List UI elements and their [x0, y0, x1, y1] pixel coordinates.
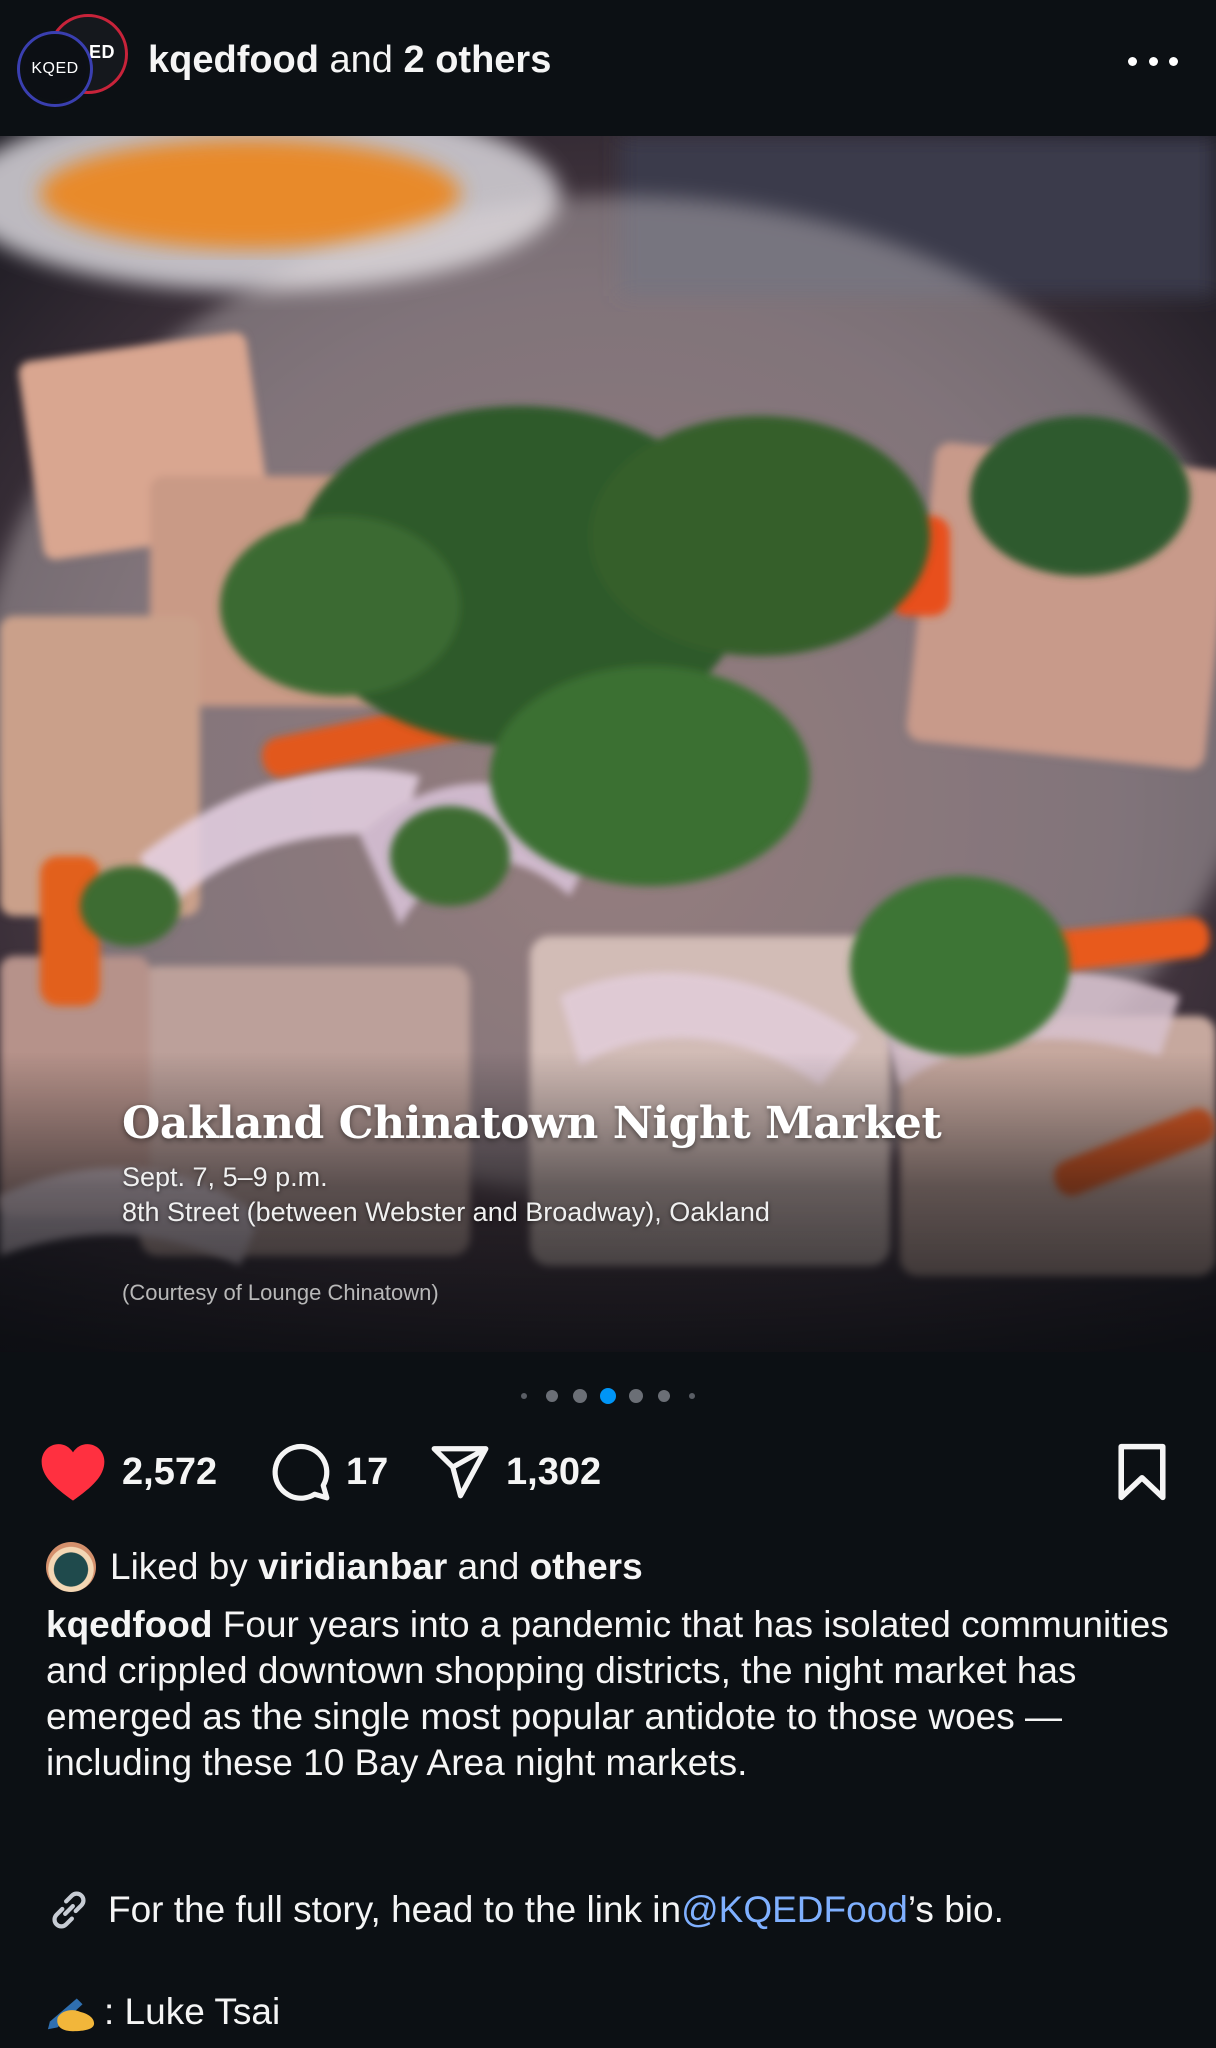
link-icon [52, 1891, 86, 1929]
liker-username[interactable]: viridianbar [258, 1546, 447, 1588]
caption-author-credit: : Luke Tsai [46, 1986, 280, 2038]
carousel-indicator [0, 1386, 1216, 1406]
collab-avatars[interactable]: ED KQED [20, 14, 128, 106]
media-credit: (Courtesy of Lounge Chinatown) [122, 1280, 439, 1305]
author-username[interactable]: kqedfood [148, 39, 319, 81]
link-prefix: For the full story, head to the link in [108, 1889, 682, 1930]
author-connector: and [318, 39, 404, 81]
post-header: ED KQED kqedfood and 2 others [0, 0, 1216, 136]
post-image[interactable]: Oakland Chinatown Night Market Sept. 7, … [0, 136, 1216, 1352]
bookmark-icon[interactable] [1114, 1442, 1170, 1502]
author-credit-text: : Luke Tsai [104, 1991, 281, 2032]
like-count[interactable]: 2,572 [122, 1451, 217, 1494]
comment-count[interactable]: 17 [346, 1451, 388, 1494]
caption-link-line: For the full story, head to the link in … [46, 1884, 1004, 1936]
carousel-dot [629, 1389, 643, 1403]
share-count[interactable]: 1,302 [506, 1451, 601, 1494]
media-date: Sept. 7, 5–9 p.m. [122, 1162, 328, 1192]
post-authors[interactable]: kqedfood and 2 others [148, 36, 551, 84]
comment-icon[interactable] [270, 1441, 332, 1503]
share-icon[interactable] [428, 1441, 492, 1503]
avatar-front-label: KQED [31, 60, 79, 77]
carousel-dot [689, 1393, 695, 1399]
mention-link[interactable]: @KQEDFood [681, 1884, 908, 1936]
liker-avatar[interactable] [46, 1542, 96, 1592]
media-title: Oakland Chinatown Night Market [122, 1098, 942, 1149]
action-bar: 2,572 17 1,302 [0, 1436, 1216, 1508]
writing-hand-icon [47, 1998, 95, 2032]
carousel-dot [658, 1390, 670, 1402]
carousel-dot [521, 1393, 527, 1399]
carousel-dot [546, 1390, 558, 1402]
liked-by-prefix: Liked by [110, 1546, 248, 1587]
heart-icon[interactable] [40, 1442, 106, 1502]
collaborators-link[interactable]: 2 others [404, 39, 552, 81]
comment-group: 17 [270, 1436, 388, 1508]
post-caption: kqedfood Four years into a pandemic that… [46, 1602, 1186, 1786]
caption-text: Four years into a pandemic that has isol… [46, 1604, 1169, 1783]
like-group: 2,572 [40, 1436, 217, 1508]
link-suffix: ’s bio. [907, 1889, 1004, 1930]
carousel-dot-active [600, 1388, 616, 1404]
caption-author[interactable]: kqedfood [46, 1604, 212, 1645]
carousel-dot [573, 1389, 587, 1403]
media-location: 8th Street (between Webster and Broadway… [122, 1197, 770, 1227]
avatar-kqed[interactable]: KQED [20, 34, 90, 104]
liked-by-connector: and [457, 1546, 520, 1587]
bookmark-group [1114, 1436, 1170, 1508]
avatar-back-label: ED [88, 42, 115, 62]
liked-by-others[interactable]: others [530, 1546, 643, 1588]
share-group: 1,302 [428, 1436, 601, 1508]
more-icon[interactable] [1128, 46, 1178, 76]
liked-by-row[interactable]: Liked by viridianbar and others [46, 1541, 643, 1593]
